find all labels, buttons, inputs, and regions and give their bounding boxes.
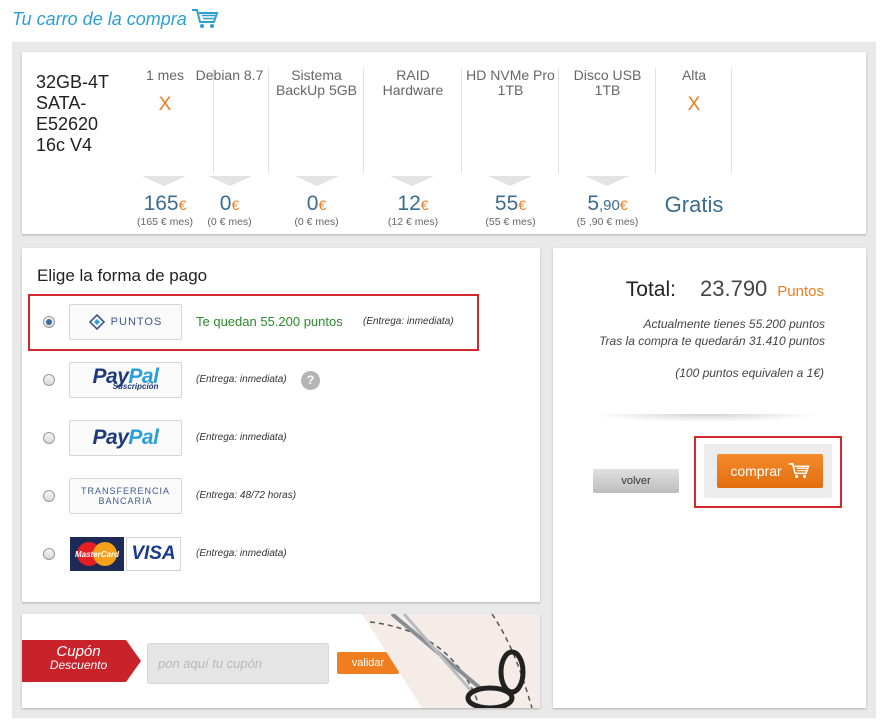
price-int: 55 xyxy=(494,192,519,215)
column-price: 12€ xyxy=(364,192,462,217)
coupon-subtitle: Descuento xyxy=(49,658,108,672)
arrow-down-icon xyxy=(585,176,629,186)
selected-highlight xyxy=(28,294,479,351)
points-after: Tras la compra te quedarán 31.410 puntos xyxy=(599,334,825,348)
column-head: Disco USB 1TB xyxy=(573,67,642,98)
coupon-input[interactable] xyxy=(147,643,329,684)
scissors-icon xyxy=(362,614,540,708)
price-monthly: (12 € mes) xyxy=(387,216,439,228)
buy-button-label: comprar xyxy=(730,463,782,479)
currency: € xyxy=(231,197,240,213)
coupon-tag: Cupón Descuento xyxy=(22,640,141,682)
buy-button-wrap: comprar xyxy=(704,444,832,498)
column-usb: Disco USB 1TB 5,90€ (5 ,90 € mes) xyxy=(559,68,656,228)
transfer-line2: BANCARIA xyxy=(98,496,153,506)
mastercard-label: MasterCard xyxy=(74,549,119,559)
arrow-down-icon xyxy=(295,176,339,186)
divider xyxy=(731,68,732,174)
column-nvme: HD NVMe Pro 1TB 55€ (55 € mes) xyxy=(462,68,559,228)
current-points: Actualmente tienes 55.200 puntos xyxy=(643,317,825,331)
payment-option-paypal-subscription[interactable]: PayPal Suscripción (Entrega: inmediata) ? xyxy=(22,362,540,398)
column-head: HD NVMe Pro 1TB xyxy=(466,67,555,98)
total-value: 23.790 xyxy=(700,276,768,301)
column-raid: RAID Hardware 12€ (12 € mes) xyxy=(364,68,462,228)
delivery-time: (Entrega: inmediata) xyxy=(196,374,287,385)
price-int: 5 xyxy=(587,192,600,215)
price-monthly: (0 € mes) xyxy=(294,216,339,228)
arrow-down-icon xyxy=(208,176,252,186)
currency: € xyxy=(318,197,327,213)
price-monthly: (5 ,90 € mes) xyxy=(576,216,639,228)
radio-paypal[interactable] xyxy=(43,432,55,444)
currency: € xyxy=(178,197,187,213)
column-price: 5,90€ xyxy=(559,192,656,218)
column-head: Sistema BackUp 5GB xyxy=(276,67,357,98)
payment-option-paypal[interactable]: PayPal (Entrega: inmediata) xyxy=(22,420,540,456)
buy-button[interactable]: comprar xyxy=(717,454,823,488)
coupon-panel: Cupón Descuento validar xyxy=(22,614,540,708)
back-button[interactable]: volver xyxy=(593,469,679,493)
delivery-time: (Entrega: inmediata) xyxy=(196,432,287,443)
paypal-subscription-logo[interactable]: PayPal Suscripción xyxy=(69,362,182,398)
coupon-title: Cupón xyxy=(56,643,101,660)
column-gratis: Gratis xyxy=(664,192,724,217)
price-int: 12 xyxy=(397,192,421,215)
paypal-text-b: Pal xyxy=(128,426,159,449)
column-head: RAID Hardware xyxy=(382,67,444,98)
paypal-text-a: Pay xyxy=(92,426,129,449)
column-backup: Sistema BackUp 5GB 0€ (0 € mes) xyxy=(269,68,364,228)
radio-card[interactable] xyxy=(43,548,55,560)
page-title: Tu carro de la compra xyxy=(12,8,219,30)
visa-logo: VISA xyxy=(126,537,181,571)
card-logos[interactable]: MasterCard VISA xyxy=(69,536,182,572)
help-icon[interactable]: ? xyxy=(301,371,320,390)
price-int: 0 xyxy=(219,192,232,215)
page-title-text: Tu carro de la compra xyxy=(12,8,187,29)
delivery-time: (Entrega: 48/72 horas) xyxy=(196,490,297,501)
arrow-down-icon xyxy=(488,176,532,186)
column-os: Debian 8.7 0€ (0 € mes) xyxy=(190,68,269,228)
order-summary: Total: 23.790 Puntos Actualmente tienes … xyxy=(553,248,866,708)
transfer-line1: TRANSFERENCIA xyxy=(80,486,170,496)
product-name: 32GB-4T SATA-E52620 16c V4 xyxy=(36,72,109,155)
points-rate: (100 puntos equivalen a 1€) xyxy=(675,366,824,380)
price-monthly: (55 € mes) xyxy=(485,216,536,228)
column-price: 0€ xyxy=(269,192,364,217)
product-summary: 32GB-4T SATA-E52620 16c V4 1 mes X 165€ … xyxy=(22,52,866,234)
price-int: 0 xyxy=(306,192,319,215)
column-price: 55€ xyxy=(462,192,559,217)
cart-icon xyxy=(788,463,810,479)
price-dec: ,90 xyxy=(599,197,620,214)
buy-highlight: comprar xyxy=(694,436,842,508)
arrow-down-icon xyxy=(142,176,186,186)
payment-option-card[interactable]: MasterCard VISA (Entrega: inmediata) xyxy=(22,536,540,572)
total-label: Total: xyxy=(625,278,676,301)
price-monthly: (0 € mes) xyxy=(207,216,252,228)
divider xyxy=(591,414,823,422)
payment-option-transfer[interactable]: TRANSFERENCIA BANCARIA (Entrega: 48/72 ho… xyxy=(22,478,540,514)
delivery-time: (Entrega: inmediata) xyxy=(196,548,287,559)
currency: € xyxy=(619,197,628,213)
cart-icon xyxy=(191,8,219,30)
subscription-label: Suscripción xyxy=(112,382,159,391)
price-int: 165 xyxy=(143,192,179,215)
payment-title: Elige la forma de pago xyxy=(37,266,208,285)
radio-transfer[interactable] xyxy=(43,490,55,502)
radio-paypal-subscription[interactable] xyxy=(43,374,55,386)
column-head: Debian 8.7 xyxy=(195,67,264,83)
total-unit: Puntos xyxy=(777,283,824,300)
currency: € xyxy=(420,197,429,213)
paypal-logo[interactable]: PayPal xyxy=(69,420,182,456)
column-setup: Alta X Gratis xyxy=(656,68,732,228)
bank-transfer-logo[interactable]: TRANSFERENCIA BANCARIA xyxy=(69,478,182,514)
mastercard-logo: MasterCard xyxy=(70,537,124,571)
total-line: Total: 23.790 Puntos xyxy=(626,276,824,302)
remove-x-icon[interactable]: X xyxy=(656,94,732,116)
currency: € xyxy=(518,197,527,213)
column-price: 0€ xyxy=(190,192,269,217)
arrow-down-icon xyxy=(390,176,434,186)
